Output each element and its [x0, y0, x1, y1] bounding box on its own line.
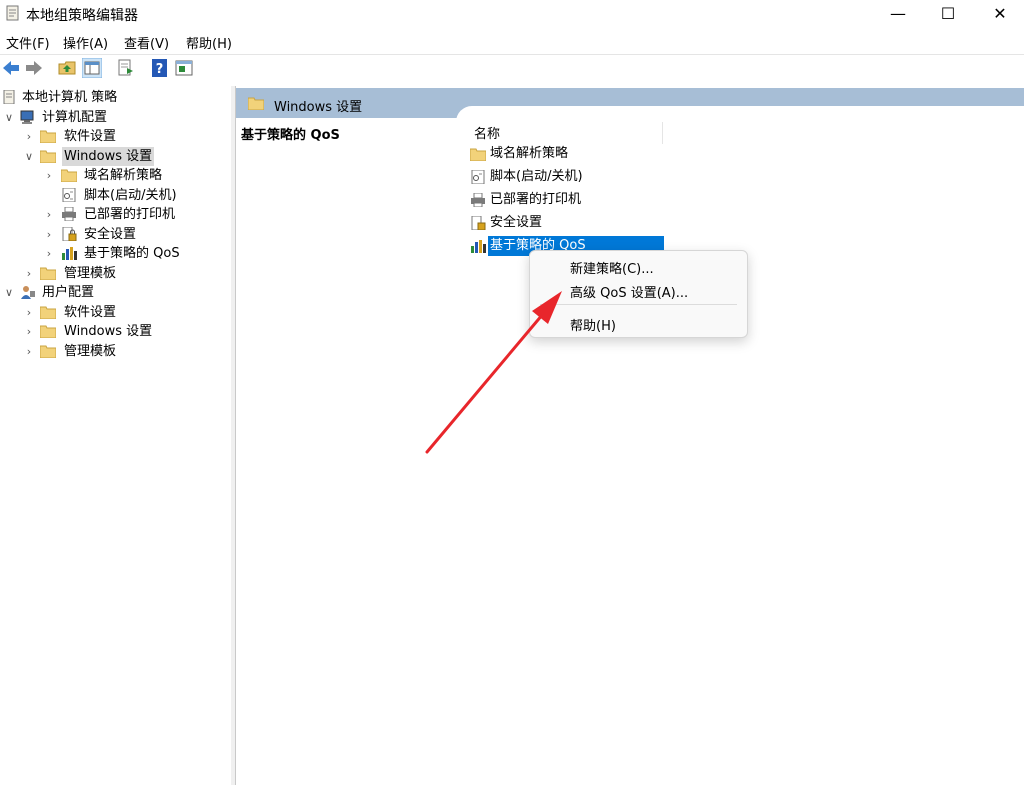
folder-icon — [40, 345, 56, 358]
printer-icon — [471, 193, 485, 207]
policy-document-icon — [3, 90, 15, 104]
chevron-right-icon[interactable]: › — [23, 127, 35, 146]
computer-icon — [20, 110, 34, 124]
security-settings-icon — [62, 227, 77, 241]
script-icon — [471, 170, 485, 184]
selected-item-description-title: 基于策略的 QoS — [241, 128, 340, 143]
title-bar: 本地组策略编辑器 — ☐ ✕ — [0, 0, 1024, 28]
ctx-new-policy[interactable]: 新建策略(C)... — [570, 258, 654, 277]
column-header-label: 名称 — [474, 127, 501, 142]
chevron-right-icon[interactable]: › — [23, 303, 35, 322]
column-header-name[interactable]: 名称 — [472, 122, 663, 144]
folder-icon — [248, 97, 264, 110]
chevron-down-icon[interactable]: ∨ — [23, 147, 35, 166]
list-item-label: 域名解析策略 — [490, 146, 569, 161]
menu-view[interactable]: 查看(V) — [124, 33, 169, 52]
chevron-right-icon[interactable]: › — [23, 264, 35, 283]
qos-chart-icon — [62, 247, 77, 260]
tree-label: 已部署的打印机 — [84, 207, 176, 222]
list-item-label: 脚本(启动/关机) — [490, 169, 583, 184]
properties-view-icon[interactable] — [174, 58, 194, 78]
chevron-down-icon[interactable]: ∨ — [3, 283, 15, 302]
close-button[interactable]: ✕ — [974, 0, 1024, 28]
list-item-label: 安全设置 — [490, 215, 543, 230]
tree-label: 脚本(启动/关机) — [84, 188, 177, 203]
tree-label: 用户配置 — [42, 285, 95, 300]
folder-icon — [40, 130, 56, 143]
folder-icon — [40, 325, 56, 338]
list-item-label: 已部署的打印机 — [490, 192, 582, 207]
tree-label: 软件设置 — [64, 305, 117, 320]
tree-label: 软件设置 — [64, 129, 117, 144]
tree-label: 计算机配置 — [42, 110, 108, 125]
minimize-button[interactable]: — — [872, 0, 924, 28]
maximize-button[interactable]: ☐ — [922, 0, 974, 28]
tree-label: Windows 设置 — [62, 147, 155, 166]
security-settings-icon — [471, 216, 486, 230]
toolbar: ? — [0, 54, 1024, 83]
user-icon — [21, 286, 35, 299]
up-folder-icon[interactable] — [57, 58, 77, 78]
chevron-down-icon[interactable]: ∨ — [3, 108, 15, 127]
folder-icon — [61, 169, 77, 182]
navigation-tree: 本地计算机 策略 ∨ 计算机配置 › 软件设置 ∨ Windows 设置 › 域… — [0, 86, 232, 785]
ctx-advanced-qos-settings[interactable]: 高级 QoS 设置(A)... — [570, 282, 688, 301]
context-menu: 新建策略(C)... 高级 QoS 设置(A)... 帮助(H) — [529, 250, 748, 338]
tree-label: 安全设置 — [84, 227, 137, 242]
group-policy-app-icon — [6, 5, 19, 21]
window-title: 本地组策略编辑器 — [26, 8, 138, 24]
qos-chart-icon — [471, 240, 486, 253]
show-hide-tree-icon[interactable] — [82, 58, 102, 78]
tree-label: 管理模板 — [64, 266, 117, 281]
back-icon[interactable] — [1, 58, 21, 78]
chevron-right-icon[interactable]: › — [43, 205, 55, 224]
printer-icon — [62, 207, 76, 221]
chevron-right-icon[interactable]: › — [43, 225, 55, 244]
menu-file[interactable]: 文件(F) — [6, 33, 50, 52]
details-pane: Windows 设置 基于策略的 QoS 名称 域名解析策略 脚本(启动/关机)… — [236, 86, 1024, 785]
forward-icon[interactable] — [24, 58, 44, 78]
chevron-right-icon[interactable]: › — [23, 342, 35, 361]
folder-icon — [40, 306, 56, 319]
ctx-help[interactable]: 帮助(H) — [570, 315, 616, 334]
export-list-icon[interactable] — [116, 58, 136, 78]
chevron-right-icon[interactable]: › — [43, 244, 55, 263]
menu-separator — [540, 304, 737, 305]
script-icon — [62, 188, 76, 202]
menu-bar: 文件(F) 操作(A) 查看(V) 帮助(H) — [0, 30, 1024, 52]
tree-label: Windows 设置 — [64, 324, 153, 339]
menu-help[interactable]: 帮助(H) — [186, 33, 232, 52]
svg-text:?: ? — [156, 62, 164, 77]
tree-label: 管理模板 — [64, 344, 117, 359]
chevron-right-icon[interactable]: › — [23, 322, 35, 341]
folder-icon — [40, 267, 56, 280]
help-icon[interactable]: ? — [150, 58, 170, 78]
folder-icon — [470, 148, 486, 161]
chevron-right-icon[interactable]: › — [43, 166, 55, 185]
details-header-title: Windows 设置 — [274, 100, 363, 115]
folder-open-icon — [40, 150, 56, 163]
tree-label: 基于策略的 QoS — [84, 246, 180, 261]
tree-label: 本地计算机 策略 — [22, 90, 118, 105]
menu-action[interactable]: 操作(A) — [63, 33, 108, 52]
tree-label: 域名解析策略 — [84, 168, 163, 183]
